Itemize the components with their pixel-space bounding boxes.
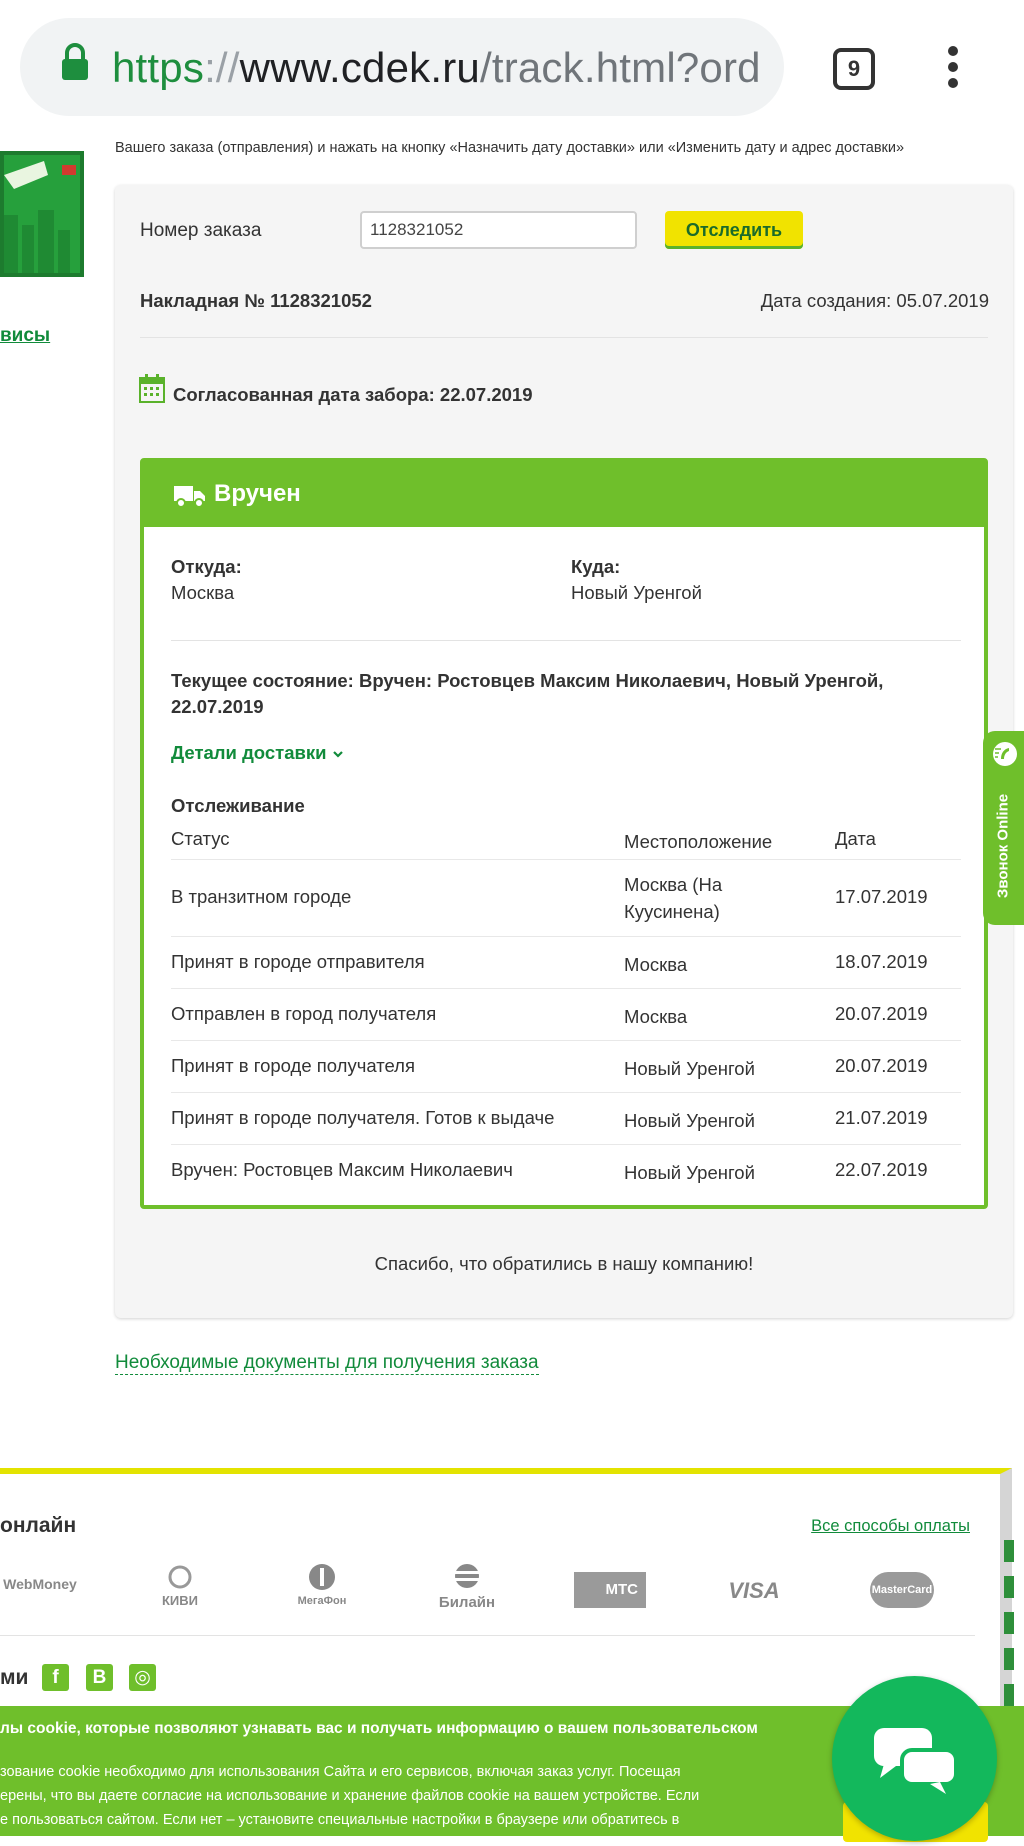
status-header: Вручен	[144, 462, 984, 527]
to-label: Куда:	[571, 556, 621, 577]
phone-icon	[993, 742, 1017, 766]
status-panel: Вручен Откуда: Москва Куда: Новый Уренго…	[140, 458, 988, 1209]
row-status: Принят в городе получателя. Готов к выда…	[171, 1107, 555, 1128]
payment-section: онлайн Все способы оплаты WebMoney КИВИ …	[0, 1468, 1012, 1708]
beeline-icon	[454, 1564, 480, 1588]
url-host: www.cdek.ru	[239, 46, 480, 90]
row-date: 22.07.2019	[835, 1159, 928, 1180]
row-location: Москва (На Куусинена)	[624, 874, 723, 922]
kiwi-logo-label: КИВИ	[161, 1593, 198, 1608]
mts-logo: МТС	[574, 1572, 646, 1608]
social-title: ми	[0, 1666, 29, 1689]
payment-title: онлайн	[0, 1514, 77, 1537]
order-number-input[interactable]: 1128321052	[360, 211, 637, 249]
promo-banner[interactable]	[0, 151, 84, 277]
online-call-tab[interactable]: Звонок Online	[983, 731, 1024, 925]
row-status: Принят в городе получателя	[171, 1055, 415, 1076]
visa-logo: VISA	[728, 1578, 780, 1603]
chat-icon	[874, 1728, 958, 1794]
waybill-number: Накладная № 1128321052	[140, 290, 372, 311]
address-bar[interactable]: https://www.cdek.ru/track.html?orde	[20, 18, 784, 116]
divider	[171, 640, 961, 641]
table-row: Отправлен в город получателя Москва 20.0…	[171, 989, 961, 1041]
row-location: Москва	[624, 1006, 688, 1027]
overflow-menu-icon[interactable]	[946, 46, 960, 90]
from-label: Откуда:	[171, 556, 242, 577]
row-date: 17.07.2019	[835, 886, 928, 907]
megafon-logo: МегаФон	[290, 1562, 354, 1607]
table-row: В транзитном городе Москва (На Куусинена…	[171, 860, 961, 937]
webmoney-logo: WebMoney	[3, 1576, 77, 1592]
services-link[interactable]: висы	[0, 325, 50, 347]
row-date: 18.07.2019	[835, 951, 928, 972]
divider	[140, 337, 988, 338]
delivery-details-label: Детали доставки	[171, 742, 327, 763]
column-header-date: Дата	[835, 828, 876, 849]
facebook-icon[interactable]: f	[42, 1664, 69, 1691]
city-illustration-icon	[4, 161, 76, 273]
row-date: 20.07.2019	[835, 1003, 928, 1024]
from-city: Москва	[171, 582, 235, 603]
megafon-logo-label: МегаФон	[297, 1595, 347, 1607]
row-location: Новый Уренгой	[624, 1058, 755, 1079]
delivery-details-link[interactable]: Детали доставки	[171, 742, 344, 764]
tab-switcher-button[interactable]: 9	[833, 48, 875, 90]
cookie-text-line: е пользоваться сайтом. Если нет – устано…	[0, 1812, 680, 1828]
vkontakte-icon[interactable]: B	[86, 1664, 113, 1691]
chat-button[interactable]	[832, 1676, 997, 1841]
beeline-logo-label: Билайн	[438, 1594, 496, 1611]
row-location: Новый Уренгой	[624, 1110, 755, 1131]
column-header-location: Местоположение	[624, 831, 773, 852]
cookie-text-line: зование cookie необходимо для использова…	[0, 1764, 681, 1780]
pickup-date: Согласованная дата забора: 22.07.2019	[173, 384, 533, 405]
row-date: 21.07.2019	[835, 1107, 928, 1128]
row-location: Москва	[624, 954, 688, 975]
url-separator: ://	[204, 46, 240, 90]
tracking-table: Статус Местоположение Дата В транзитном …	[171, 818, 961, 1197]
tracking-title: Отслеживание	[171, 795, 305, 816]
track-button[interactable]: Отследить	[665, 211, 803, 249]
kiwi-icon	[168, 1565, 192, 1589]
calendar-icon	[139, 374, 165, 403]
truck-icon	[174, 486, 205, 508]
mastercard-logo: MasterCard	[870, 1572, 934, 1608]
order-number-label: Номер заказа	[140, 220, 262, 241]
megafon-icon	[309, 1564, 335, 1590]
online-call-label: Звонок Online	[994, 793, 1012, 899]
decorative-stripes	[1004, 1540, 1014, 1720]
url-text[interactable]: https://www.cdek.ru/track.html?orde	[112, 46, 762, 90]
browser-toolbar: https://www.cdek.ru/track.html?orde 9	[0, 0, 1024, 138]
current-state: Текущее состояние: Вручен: Ростовцев Мак…	[171, 670, 884, 717]
row-status: Отправлен в город получателя	[171, 1003, 437, 1024]
creation-date: Дата создания: 05.07.2019	[760, 290, 989, 311]
beeline-logo: Билайн	[432, 1562, 502, 1611]
cookie-text-line: ерены, что вы даете согласие на использо…	[0, 1788, 700, 1804]
row-date: 20.07.2019	[835, 1055, 928, 1076]
table-row: Принят в городе отправителя Москва 18.07…	[171, 937, 961, 989]
table-row: Вручен: Ростовцев Максим Николаевич Новы…	[171, 1145, 961, 1197]
url-path: /track.html?orde	[479, 46, 762, 90]
lock-icon	[62, 43, 88, 80]
divider	[0, 1635, 975, 1636]
cookie-title: лы cookie, которые позволяют узнавать ва…	[0, 1720, 758, 1737]
row-status: В транзитном городе	[171, 886, 352, 907]
column-header-status: Статус	[171, 828, 230, 849]
required-documents-link[interactable]: Необходимые документы для получения зака…	[115, 1352, 539, 1375]
row-location: Новый Уренгой	[624, 1162, 755, 1183]
chevron-down-icon	[332, 751, 343, 758]
instruction-text: Вашего заказа (отправления) и нажать на …	[115, 140, 905, 156]
instagram-icon[interactable]: ◎	[129, 1664, 156, 1691]
kiwi-logo: КИВИ	[152, 1564, 208, 1608]
table-row: Принят в городе получателя Новый Уренгой…	[171, 1041, 961, 1093]
all-payment-methods-link[interactable]: Все способы оплаты	[811, 1517, 970, 1536]
row-status: Вручен: Ростовцев Максим Николаевич	[171, 1159, 513, 1180]
status-title: Вручен	[214, 480, 301, 507]
table-header: Статус Местоположение Дата	[171, 818, 961, 860]
table-row: Принят в городе получателя. Готов к выда…	[171, 1093, 961, 1145]
row-status: Принят в городе отправителя	[171, 951, 425, 972]
url-scheme: https	[112, 46, 205, 90]
thanks-message: Спасибо, что обратились в нашу компанию!	[374, 1253, 754, 1274]
to-city: Новый Уренгой	[571, 582, 702, 603]
tracking-card: Номер заказа 1128321052 Отследить Наклад…	[115, 185, 1013, 1318]
